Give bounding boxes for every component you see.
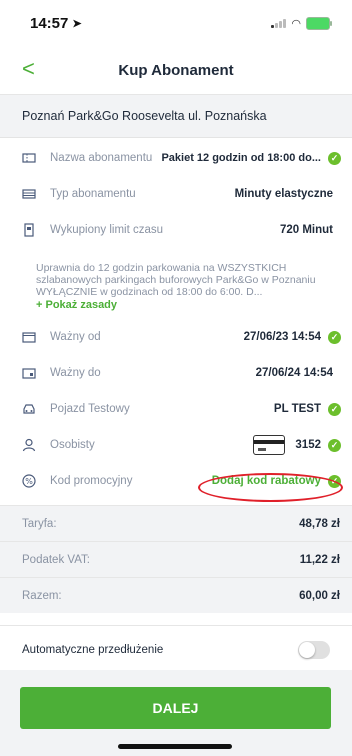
vehicle-value: PL TEST ✓ <box>273 402 341 416</box>
time-limit-row: Wykupiony limit czasu 720 Minut <box>0 212 352 248</box>
total-row-vat: Podatek VAT: 11,22 zł <box>0 541 352 577</box>
promo-label: Kod promocyjny <box>50 475 133 487</box>
payment-label: Osobisty <box>50 439 95 451</box>
totals-section: Taryfa: 48,78 zł Podatek VAT: 11,22 zł R… <box>0 505 352 613</box>
total-row-sum: Razem: 60,00 zł <box>0 577 352 613</box>
subscription-type-row: Typ abonamentu Minuty elastyczne <box>0 176 352 212</box>
sum-label: Razem: <box>22 589 62 602</box>
check-icon: ✓ <box>328 402 341 416</box>
valid-from-text: 27/06/23 14:54 <box>243 331 321 343</box>
tariff-label: Taryfa: <box>22 517 57 530</box>
subscription-name-row: Nazwa abonamentu Pakiet 12 godzin od 18:… <box>0 140 352 176</box>
next-button[interactable]: DALEJ <box>20 687 331 729</box>
add-promo-code-link[interactable]: Dodaj kod rabatowy <box>212 475 321 487</box>
show-rules-link[interactable]: + Pokaż zasady <box>36 299 330 311</box>
system-indicators: ◠ <box>271 16 332 30</box>
subscription-type-label: Typ abonamentu <box>50 188 136 200</box>
vehicle-row[interactable]: Pojazd Testowy PL TEST ✓ <box>0 391 352 427</box>
ticket-icon <box>22 151 36 165</box>
valid-to-label: Ważny do <box>50 367 101 379</box>
vat-label: Podatek VAT: <box>22 553 90 566</box>
vehicle-label: Pojazd Testowy <box>50 403 130 415</box>
svg-text:%: % <box>25 477 33 486</box>
calendar-end-icon <box>22 366 36 380</box>
subscription-name-value: Pakiet 12 godzin od 18:00 do... ✓ <box>161 151 341 165</box>
time-limit-label: Wykupiony limit czasu <box>50 224 164 236</box>
parking-location: Poznań Park&Go Roosevelta ul. Poznańska <box>0 95 352 138</box>
total-row-tariff: Taryfa: 48,78 zł <box>0 505 352 541</box>
auto-renew-label: Automatyczne przedłużenie <box>22 644 164 656</box>
subscription-description: Uprawnia do 12 godzin parkowania na WSZY… <box>0 256 352 317</box>
check-icon: ✓ <box>328 438 341 452</box>
back-chevron-icon[interactable]: < <box>22 56 35 82</box>
payment-value: 3152 ✓ <box>253 435 341 455</box>
nav-bar: < Kup Abonament <box>0 46 352 95</box>
person-icon <box>22 438 36 452</box>
valid-from-label: Ważny od <box>50 331 101 343</box>
check-icon: ✓ <box>328 330 341 344</box>
page-title: Kup Abonament <box>118 61 234 79</box>
valid-from-value[interactable]: 27/06/23 14:54 ✓ <box>243 330 341 344</box>
percent-badge-icon: % <box>22 474 36 488</box>
check-icon: ✓ <box>328 474 341 488</box>
auto-renew-toggle[interactable] <box>298 641 330 659</box>
check-icon: ✓ <box>328 151 341 165</box>
auto-renew-row: Automatyczne przedłużenie <box>0 625 352 675</box>
valid-to-value: 27/06/24 14:54 <box>255 367 333 379</box>
subscription-type-value: Minuty elastyczne <box>234 188 333 200</box>
description-text: Uprawnia do 12 godzin parkowania na WSZY… <box>36 262 316 298</box>
promo-action[interactable]: Dodaj kod rabatowy ✓ <box>212 474 341 488</box>
wifi-icon: ◠ <box>291 17 301 30</box>
home-indicator <box>118 744 232 749</box>
location-arrow-icon: ➤ <box>72 17 82 30</box>
valid-to-row: Ważny do 27/06/24 14:54 <box>0 355 352 391</box>
list-icon <box>22 187 36 201</box>
payment-row[interactable]: Osobisty 3152 ✓ <box>0 427 352 463</box>
credit-card-icon <box>253 435 286 455</box>
calendar-icon <box>22 330 36 344</box>
vat-value: 11,22 zł <box>299 553 340 566</box>
signal-icon <box>271 18 287 28</box>
tariff-value: 48,78 zł <box>299 517 340 530</box>
sum-value: 60,00 zł <box>299 589 340 602</box>
status-bar: 14:57 ➤ ◠ <box>0 0 352 46</box>
car-icon <box>22 402 36 416</box>
status-time: 14:57 ➤ <box>30 15 82 32</box>
vehicle-plate: PL TEST <box>273 403 321 415</box>
battery-charging-icon <box>306 16 332 30</box>
document-icon <box>22 223 36 237</box>
valid-from-row: Ważny od 27/06/23 14:54 ✓ <box>0 319 352 355</box>
promo-row: % Kod promocyjny Dodaj kod rabatowy ✓ <box>0 463 352 499</box>
subscription-name-label: Nazwa abonamentu <box>50 152 153 164</box>
card-last-digits: 3152 <box>295 439 321 451</box>
subscription-name-text: Pakiet 12 godzin od 18:00 do... <box>161 152 321 164</box>
time-label: 14:57 <box>30 14 69 32</box>
time-limit-value: 720 Minut <box>279 224 333 236</box>
